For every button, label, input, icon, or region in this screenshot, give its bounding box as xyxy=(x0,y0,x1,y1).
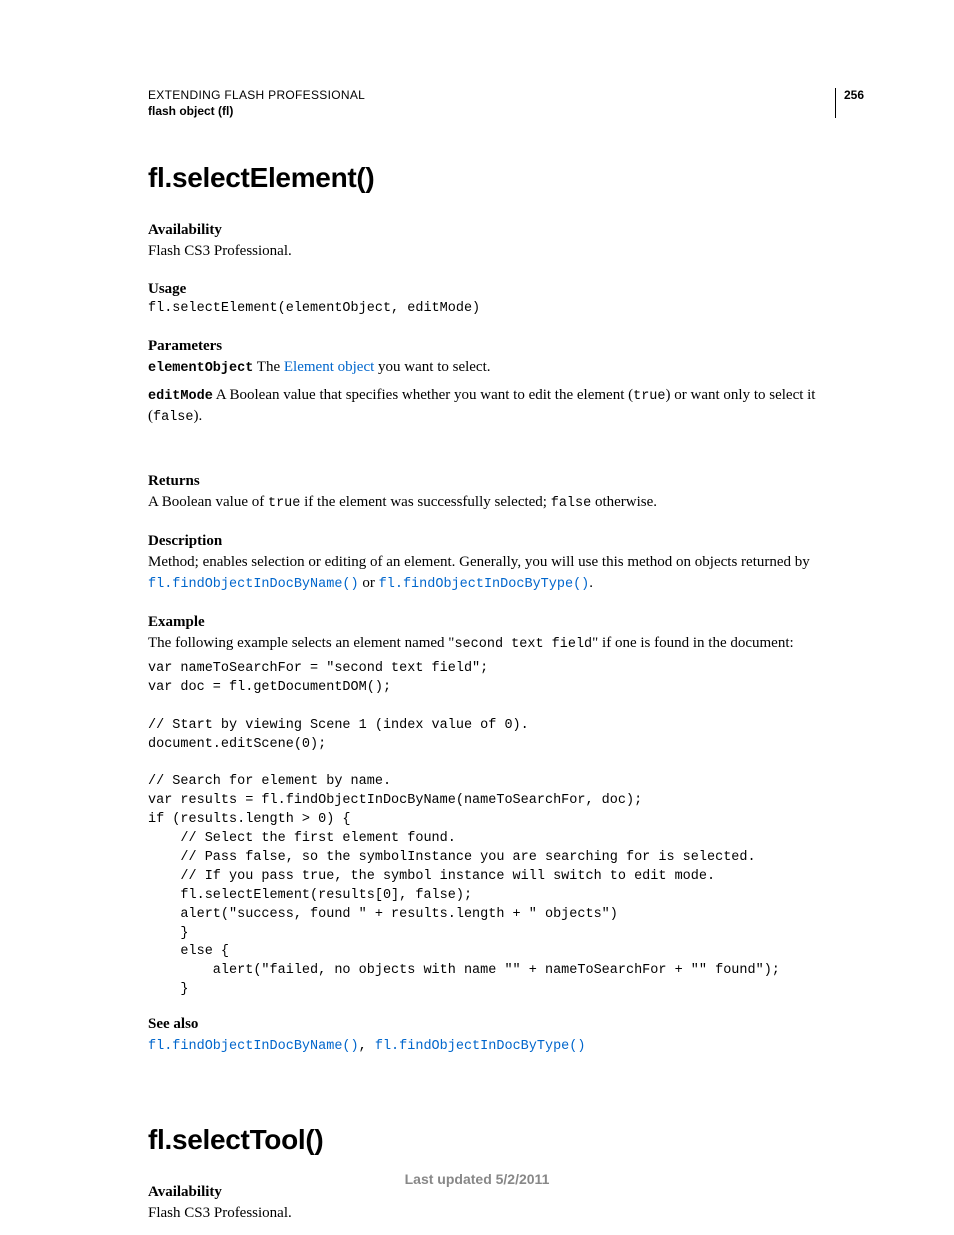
param-elementobject: elementObject The Element object you wan… xyxy=(148,357,864,378)
example-intro: The following example selects an element… xyxy=(148,633,864,654)
example-code: var nameToSearchFor = "second text field… xyxy=(148,660,864,1000)
availability-text-2: Flash CS3 Professional. xyxy=(148,1203,864,1223)
method-title-selectelement: fl.selectElement() xyxy=(148,162,864,194)
parameters-label: Parameters xyxy=(148,338,864,355)
findobjectindocbyname-link-1[interactable]: fl.findObjectInDocByName() xyxy=(148,577,359,592)
param-editmode: editMode A Boolean value that specifies … xyxy=(148,385,864,427)
param-name-1: elementObject xyxy=(148,361,253,376)
availability-text: Flash CS3 Professional. xyxy=(148,241,864,261)
page-container: 256 EXTENDING FLASH PROFESSIONAL flash o… xyxy=(0,0,954,1224)
param-name-2: editMode xyxy=(148,389,213,404)
usage-code: fl.selectElement(elementObject, editMode… xyxy=(148,300,864,318)
seealso-label: See also xyxy=(148,1016,864,1033)
findobjectindocbyname-link-2[interactable]: fl.findObjectInDocByName() xyxy=(148,1039,359,1054)
returns-label: Returns xyxy=(148,473,864,490)
usage-label: Usage xyxy=(148,281,864,298)
description-label: Description xyxy=(148,533,864,550)
findobjectindocbytype-link-1[interactable]: fl.findObjectInDocByType() xyxy=(379,577,590,592)
example-label: Example xyxy=(148,614,864,631)
findobjectindocbytype-link-2[interactable]: fl.findObjectInDocByType() xyxy=(375,1039,586,1054)
method-title-selecttool: fl.selectTool() xyxy=(148,1124,864,1156)
returns-text: A Boolean value of true if the element w… xyxy=(148,492,864,513)
description-text: Method; enables selection or editing of … xyxy=(148,552,864,593)
footer-last-updated: Last updated 5/2/2011 xyxy=(0,1171,954,1187)
seealso-links: fl.findObjectInDocByName(), fl.findObjec… xyxy=(148,1035,864,1056)
availability-label: Availability xyxy=(148,222,864,239)
running-sub: flash object (fl) xyxy=(148,104,864,118)
running-head: EXTENDING FLASH PROFESSIONAL xyxy=(148,88,864,102)
page-number: 256 xyxy=(836,88,864,102)
element-object-link[interactable]: Element object xyxy=(284,359,374,375)
